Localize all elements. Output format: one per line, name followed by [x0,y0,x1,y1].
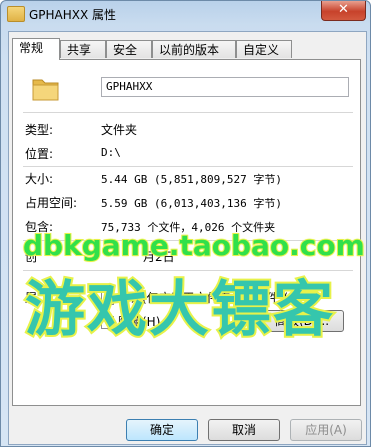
divider [23,112,353,113]
divider [23,166,353,167]
watermark-brand: 游戏大镖客 [23,273,335,347]
size-value: 5.44 GB (5,851,809,527 字节) [101,173,282,186]
type-value: 文件夹 [101,123,138,137]
title-bar[interactable]: GPHAHXX 属性 ✕ [1,1,371,27]
location-value: D:\ [101,146,121,159]
tab-sharing[interactable]: 共享 [60,40,106,58]
apply-button[interactable]: 应用(A) [290,419,362,441]
tab-security[interactable]: 安全 [106,40,152,58]
folder-name-field[interactable]: GPHAHXX [101,77,349,97]
cancel-button[interactable]: 取消 [208,419,280,441]
type-label: 类型: [25,123,54,137]
window-title: GPHAHXX 属性 [29,8,117,22]
size-on-disk-value: 5.59 GB (6,013,403,136 字节) [101,197,282,210]
tab-previous-versions[interactable]: 以前的版本 [152,40,236,58]
tab-strip: 常规 共享 安全 以前的版本 自定义 [12,38,362,60]
watermark-url: dbkgame.taobao.com [22,228,366,263]
size-on-disk-label: 占用空间: [25,196,78,210]
folder-icon [7,6,25,22]
size-label: 大小: [25,172,54,186]
tab-customize[interactable]: 自定义 [236,40,292,58]
properties-window: GPHAHXX 属性 ✕ 常规 共享 安全 以前的版本 自定义 GPHAHXX … [0,0,371,447]
folder-large-icon [32,79,59,101]
location-label: 位置: [25,147,54,161]
ok-button[interactable]: 确定 [126,419,198,441]
close-button[interactable]: ✕ [321,1,366,21]
tab-general[interactable]: 常规 [12,38,60,60]
